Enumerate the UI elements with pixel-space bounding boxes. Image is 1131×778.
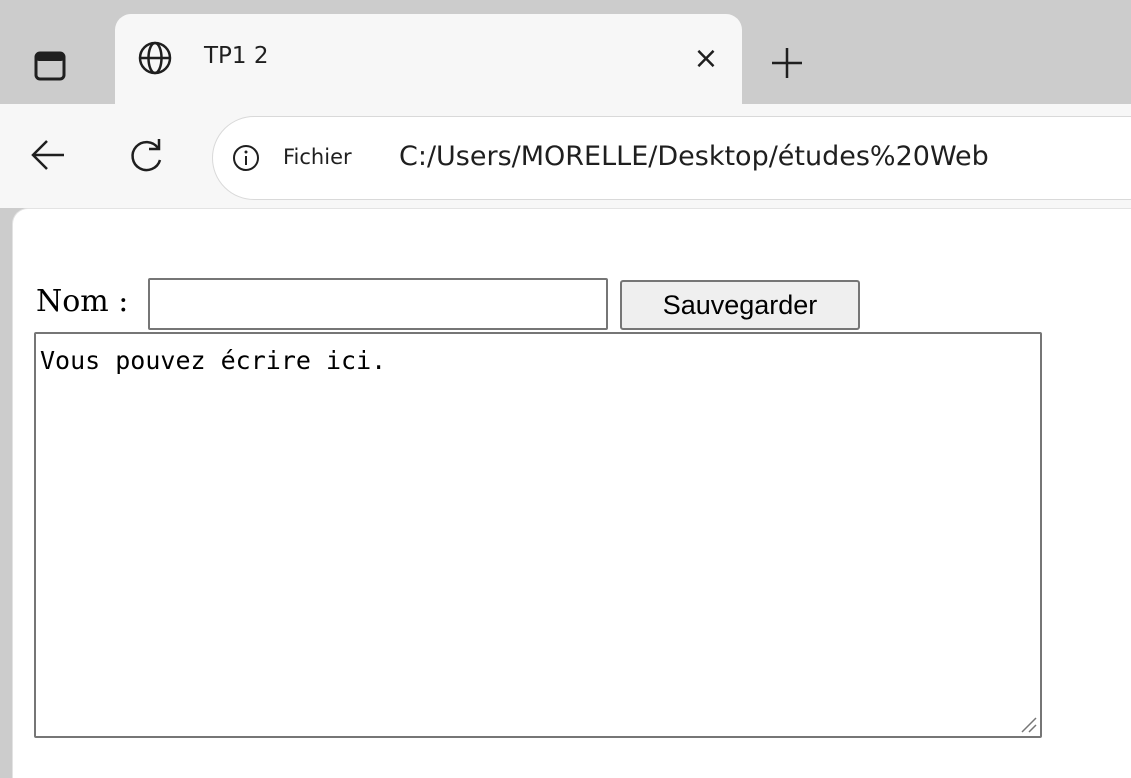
info-icon[interactable] xyxy=(231,143,261,173)
text-area[interactable]: Vous pouvez écrire ici. xyxy=(34,332,1042,738)
reload-icon[interactable] xyxy=(127,136,167,176)
tab-strip: TP1 2 × xyxy=(0,0,1131,105)
url-text[interactable]: C:/Users/MORELLE/Desktop/études%20Web xyxy=(399,137,989,177)
file-scheme-chip[interactable]: Fichier xyxy=(283,139,352,175)
tab-actions-icon xyxy=(34,51,66,81)
address-bar[interactable]: Fichier C:/Users/MORELLE/Desktop/études%… xyxy=(212,116,1131,200)
tab-actions-button[interactable] xyxy=(22,38,78,94)
resize-grip-icon[interactable] xyxy=(1014,710,1038,734)
active-tab[interactable]: TP1 2 × xyxy=(115,14,742,105)
back-arrow-icon[interactable] xyxy=(30,137,66,173)
plus-icon[interactable] xyxy=(762,38,812,88)
close-icon[interactable]: × xyxy=(691,44,721,74)
nom-input[interactable] xyxy=(148,278,608,330)
save-button[interactable]: Sauvegarder xyxy=(620,280,860,330)
tab-title: TP1 2 xyxy=(204,43,269,69)
globe-icon xyxy=(138,41,172,75)
nom-label: Nom : xyxy=(36,284,129,319)
